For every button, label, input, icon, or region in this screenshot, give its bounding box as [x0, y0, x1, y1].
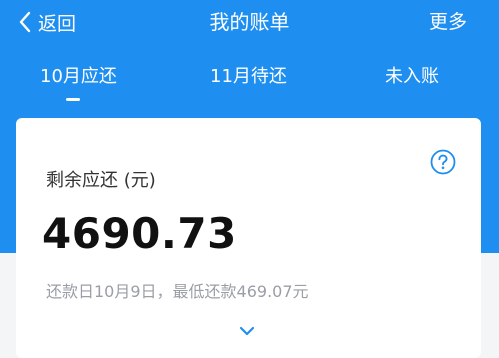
tab-october-due[interactable]: 10月应还	[40, 62, 117, 92]
question-circle-icon[interactable]	[430, 149, 456, 175]
due-date-info: 还款日10月9日，最低还款469.07元	[46, 282, 309, 301]
remaining-due-amount: 4690.73	[42, 209, 237, 258]
bill-month-tabs: 10月应还 11月待还 未入账	[0, 62, 499, 102]
page-title: 我的账单	[209, 10, 290, 34]
tab-unposted[interactable]: 未入账	[385, 62, 439, 92]
chevron-down-icon[interactable]	[238, 324, 256, 338]
tab-november-pending[interactable]: 11月待还	[210, 62, 287, 92]
active-tab-indicator	[66, 98, 80, 101]
remaining-due-label: 剩余应还 (元)	[46, 170, 156, 191]
navigation-bar: 返回 我的账单 更多	[0, 0, 499, 44]
more-button[interactable]: 更多	[429, 8, 467, 36]
